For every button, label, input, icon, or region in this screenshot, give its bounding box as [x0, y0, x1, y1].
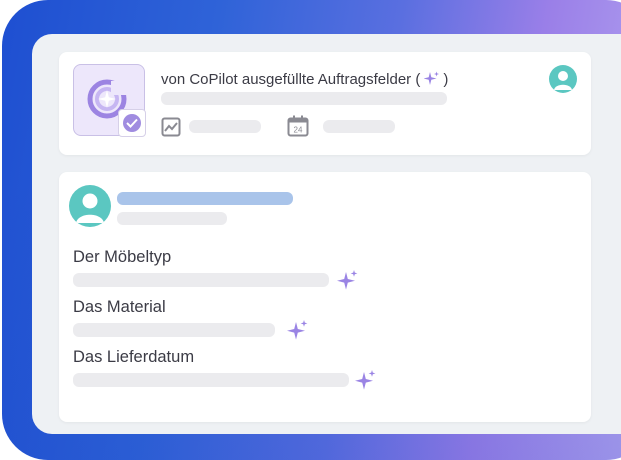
customer-avatar[interactable]: [69, 185, 111, 227]
title-suffix: ): [443, 70, 449, 88]
field-value-material[interactable]: [73, 323, 275, 337]
field-label-furniture-type: Der Möbeltyp: [73, 248, 172, 266]
user-avatar-icon: [76, 193, 104, 223]
order-summary-card: von CoPilot ausgefüllte Auftragsfelder (…: [59, 52, 591, 155]
order-fields-card: Der Möbeltyp Das Material Das Lieferdatu…: [59, 172, 591, 422]
calendar-day: 24: [294, 126, 303, 135]
user-avatar-icon: [554, 71, 572, 90]
sparkle-icon: [355, 370, 376, 390]
title-prefix: von CoPilot ausgefüllte Auftragsfelder (: [161, 70, 421, 88]
field-label-delivery-date: Das Lieferdatum: [73, 348, 195, 366]
description-placeholder: [161, 92, 447, 105]
check-badge-icon: [118, 109, 146, 137]
calendar-icon: 24: [287, 115, 309, 137]
sparkle-icon: [424, 71, 440, 85]
copilot-app-icon: [73, 64, 146, 137]
order-title: von CoPilot ausgefüllte Auftragsfelder (…: [161, 69, 448, 89]
sparkle-icon: [287, 320, 308, 340]
field-label-material: Das Material: [73, 298, 166, 316]
date-value-placeholder: [323, 120, 395, 133]
field-value-furniture-type[interactable]: [73, 273, 329, 287]
assignee-avatar[interactable]: [549, 65, 577, 93]
field-value-delivery-date[interactable]: [73, 373, 349, 387]
customer-name-placeholder: [117, 192, 293, 205]
chart-value-placeholder: [189, 120, 261, 133]
sparkle-icon: [337, 270, 358, 290]
chart-icon: [161, 117, 181, 137]
customer-detail-placeholder: [117, 212, 227, 225]
